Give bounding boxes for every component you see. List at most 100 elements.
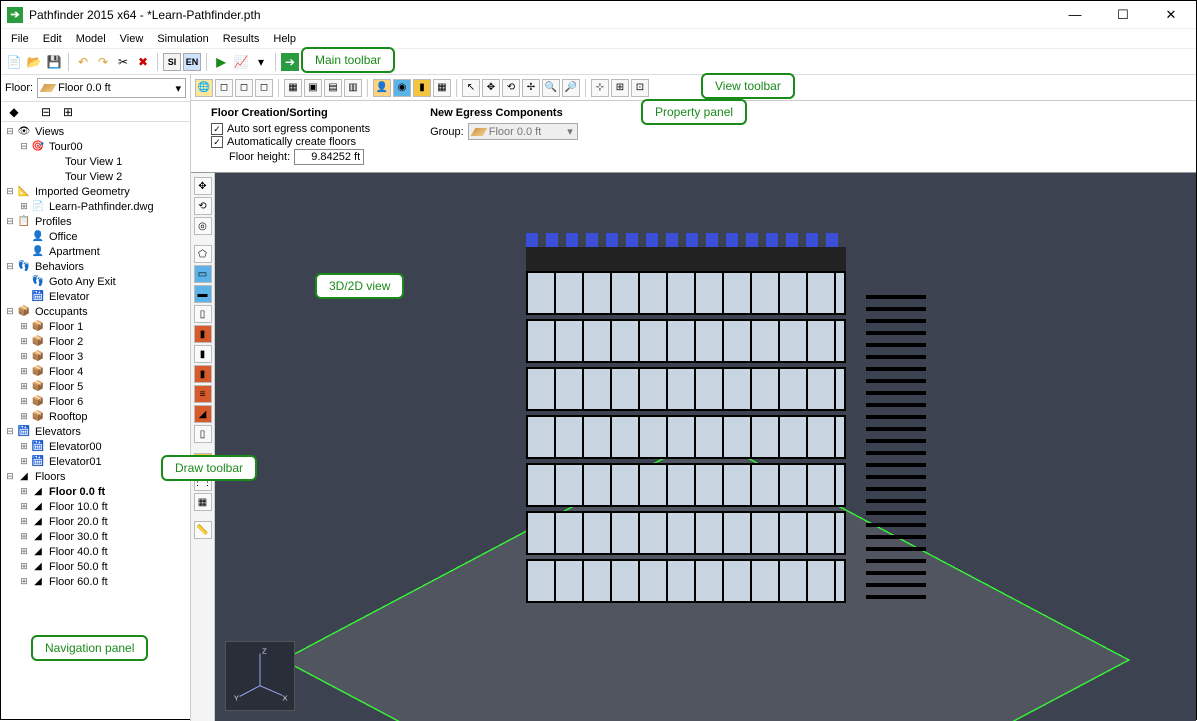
wireframe-icon[interactable]: ▦ bbox=[284, 79, 302, 97]
shaded-icon[interactable]: ▤ bbox=[324, 79, 342, 97]
collapse-icon[interactable]: ⊟ bbox=[37, 103, 55, 121]
auto-sort-checkbox[interactable]: ✓ bbox=[211, 123, 223, 135]
mesh-icon[interactable]: ◉ bbox=[393, 79, 411, 97]
grid-icon[interactable]: ▦ bbox=[433, 79, 451, 97]
menu-edit[interactable]: Edit bbox=[37, 31, 68, 47]
stair-tool-icon[interactable]: ≡ bbox=[194, 385, 212, 403]
select-all-icon[interactable]: ⊞ bbox=[611, 79, 629, 97]
expand-icon[interactable]: ⊞ bbox=[19, 201, 29, 212]
auto-create-checkbox[interactable]: ✓ bbox=[211, 136, 223, 148]
door-icon[interactable]: ▮ bbox=[413, 79, 431, 97]
zoom-out-icon[interactable]: 🔎 bbox=[562, 79, 580, 97]
ramp-tool-icon[interactable]: ◢ bbox=[194, 405, 212, 423]
tree-row[interactable]: ⊞📦Floor 5 bbox=[1, 379, 190, 394]
pan-icon[interactable]: ✥ bbox=[482, 79, 500, 97]
select-box-icon[interactable]: ⊡ bbox=[631, 79, 649, 97]
delete-icon[interactable]: ✖ bbox=[134, 53, 152, 71]
occupant-area-icon[interactable]: ▦ bbox=[194, 493, 212, 511]
view-side-icon[interactable]: ◻ bbox=[255, 79, 273, 97]
expand-icon[interactable]: ⊞ bbox=[19, 441, 29, 452]
tree-row[interactable]: ⊞◢Floor 50.0 ft bbox=[1, 559, 190, 574]
tree-row[interactable]: ⊞📦Floor 1 bbox=[1, 319, 190, 334]
orbit-icon[interactable]: 🌐 bbox=[195, 79, 213, 97]
menu-file[interactable]: File bbox=[5, 31, 35, 47]
expand-icon[interactable]: ⊞ bbox=[19, 351, 29, 362]
expand-icon[interactable]: ⊞ bbox=[19, 411, 29, 422]
rect-room-icon[interactable]: ▭ bbox=[194, 265, 212, 283]
move-icon[interactable]: ✢ bbox=[522, 79, 540, 97]
view-front-icon[interactable]: ◻ bbox=[235, 79, 253, 97]
tree-row[interactable]: 👤Office bbox=[1, 229, 190, 244]
tree-row[interactable]: ⊟👣Behaviors bbox=[1, 259, 190, 274]
si-units-button[interactable]: SI bbox=[163, 53, 181, 71]
en-units-button[interactable]: EN bbox=[183, 53, 201, 71]
expand-icon[interactable]: ⊞ bbox=[19, 516, 29, 527]
expand-icon[interactable]: ⊟ bbox=[5, 471, 15, 482]
expand-icon[interactable]: ⊞ bbox=[19, 486, 29, 497]
new-icon[interactable]: 📄 bbox=[5, 53, 23, 71]
tree-row[interactable]: ⊞📦Floor 2 bbox=[1, 334, 190, 349]
tree-row[interactable]: ⊟👁Views bbox=[1, 124, 190, 139]
tree-row[interactable]: ⊟📦Occupants bbox=[1, 304, 190, 319]
group-select[interactable]: Floor 0.0 ft▾ bbox=[468, 123, 578, 140]
expand-icon[interactable]: ⊟ bbox=[5, 216, 15, 227]
rotate-icon[interactable]: ⟲ bbox=[502, 79, 520, 97]
wall-icon[interactable]: ▯ bbox=[194, 305, 212, 323]
cut-icon[interactable]: ✂ bbox=[114, 53, 132, 71]
textured-icon[interactable]: ▥ bbox=[344, 79, 362, 97]
expand-icon[interactable]: ⊟ bbox=[5, 186, 15, 197]
solid-icon[interactable]: ▣ bbox=[304, 79, 322, 97]
tree-row[interactable]: ⊞◢Floor 60.0 ft bbox=[1, 574, 190, 589]
expand-icon[interactable]: ⊟ bbox=[5, 126, 15, 137]
tree-row[interactable]: ⊟🛗Elevators bbox=[1, 424, 190, 439]
expand-icon[interactable]: ⊞ bbox=[19, 501, 29, 512]
snap-icon[interactable]: ⊹ bbox=[591, 79, 609, 97]
expand-icon[interactable]: ⊞ bbox=[19, 561, 29, 572]
expand-icon[interactable]: ⊞ bbox=[19, 366, 29, 377]
poly-room-icon[interactable]: ⬠ bbox=[194, 245, 212, 263]
minimize-button[interactable]: — bbox=[1060, 5, 1090, 25]
move-tool-icon[interactable]: ✥ bbox=[194, 177, 212, 195]
undo-icon[interactable]: ↶ bbox=[74, 53, 92, 71]
rotate-tool-icon[interactable]: ⟲ bbox=[194, 197, 212, 215]
save-icon[interactable]: 💾 bbox=[45, 53, 63, 71]
redo-icon[interactable]: ↷ bbox=[94, 53, 112, 71]
tree-row[interactable]: ⊞📦Rooftop bbox=[1, 409, 190, 424]
tree-row[interactable]: ⊞📦Floor 4 bbox=[1, 364, 190, 379]
close-button[interactable]: ✕ bbox=[1156, 5, 1186, 25]
axes-gizmo[interactable]: Z X Y bbox=[225, 641, 295, 711]
view-top-icon[interactable]: ◻ bbox=[215, 79, 233, 97]
chart-icon[interactable]: 📈 bbox=[232, 53, 250, 71]
tree-row[interactable]: ⊞◢Floor 20.0 ft bbox=[1, 514, 190, 529]
menu-model[interactable]: Model bbox=[70, 31, 112, 47]
exit-tool-icon[interactable]: ▮ bbox=[194, 365, 212, 383]
maximize-button[interactable]: ☐ bbox=[1108, 5, 1138, 25]
expand-icon[interactable]: ⊞ bbox=[59, 103, 77, 121]
tree-row[interactable]: 👤Apartment bbox=[1, 244, 190, 259]
tree-row[interactable]: ⊞📦Floor 6 bbox=[1, 394, 190, 409]
expand-icon[interactable]: ⊟ bbox=[5, 426, 15, 437]
tree-row[interactable]: ⊞◢Floor 30.0 ft bbox=[1, 529, 190, 544]
menu-results[interactable]: Results bbox=[217, 31, 266, 47]
nav-tool-icon[interactable]: ◆ bbox=[5, 103, 23, 121]
run-icon[interactable]: ▶ bbox=[212, 53, 230, 71]
menu-help[interactable]: Help bbox=[267, 31, 302, 47]
tree-row[interactable]: ⊞◢Floor 10.0 ft bbox=[1, 499, 190, 514]
expand-icon[interactable]: ⊞ bbox=[19, 396, 29, 407]
3d-viewport[interactable]: 3D/2D view Z X Y bbox=[215, 173, 1196, 721]
floor-select[interactable]: Floor 0.0 ft ▾ bbox=[37, 78, 186, 98]
scale-tool-icon[interactable]: ◎ bbox=[194, 217, 212, 235]
tree-row[interactable]: ⊟🎯Tour00 bbox=[1, 139, 190, 154]
tree-row[interactable]: ⊞◢Floor 0.0 ft bbox=[1, 484, 190, 499]
tree-row[interactable]: 👣Goto Any Exit bbox=[1, 274, 190, 289]
dropdown-icon[interactable]: ▾ bbox=[252, 53, 270, 71]
nav-tree[interactable]: ⊟👁Views⊟🎯Tour00Tour View 1Tour View 2⊟📐I… bbox=[1, 122, 190, 721]
elevator-tool-icon[interactable]: ▯ bbox=[194, 425, 212, 443]
exit-icon[interactable]: ➔ bbox=[281, 53, 299, 71]
expand-icon[interactable]: ⊟ bbox=[19, 141, 29, 152]
tree-row[interactable]: Tour View 2 bbox=[1, 169, 190, 184]
zoom-in-icon[interactable]: 🔍 bbox=[542, 79, 560, 97]
expand-icon[interactable]: ⊞ bbox=[19, 321, 29, 332]
expand-icon[interactable]: ⊟ bbox=[5, 261, 15, 272]
expand-icon[interactable]: ⊞ bbox=[19, 531, 29, 542]
